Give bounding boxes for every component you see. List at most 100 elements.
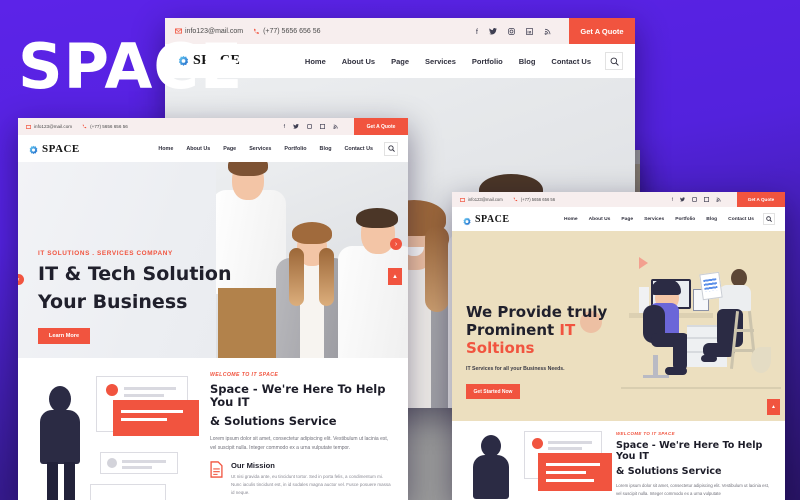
- phone-item[interactable]: (+77) 5656 656 56: [513, 197, 555, 202]
- twitter-icon[interactable]: [489, 27, 497, 35]
- logo[interactable]: SPACE: [28, 143, 80, 155]
- nav-item-services[interactable]: Services: [644, 217, 664, 222]
- welcome-paragraph: Lorem ipsum dolor sit amet, consectetur …: [210, 435, 389, 451]
- get-started-button[interactable]: Get Started Now: [466, 384, 520, 399]
- hero-title-plain: Prominent: [466, 321, 560, 339]
- hero-kicker: IT SOLUTIONS . SERVICES COMPANY: [38, 250, 173, 257]
- twitter-icon[interactable]: [680, 197, 685, 202]
- nav-item-portfolio[interactable]: Portfolio: [675, 217, 695, 222]
- middle-hero-copy: IT SOLUTIONS . SERVICES COMPANY IT & Tec…: [38, 250, 233, 344]
- slider-prev-button[interactable]: ‹: [18, 274, 24, 285]
- nav-item-about-us[interactable]: About Us: [186, 146, 210, 152]
- welcome-title-line-2: & Solutions Service: [210, 413, 337, 428]
- instagram-icon[interactable]: [692, 197, 697, 202]
- nav-item-about-us[interactable]: About Us: [342, 57, 375, 66]
- welcome-illustration: [452, 421, 612, 500]
- hero-title-line-1: We Provide truly: [466, 303, 608, 321]
- learn-more-button[interactable]: Learn More: [38, 327, 90, 344]
- nav-item-portfolio[interactable]: Portfolio: [284, 146, 306, 152]
- right-mockup-topbar: info123@mail.com (+77) 5656 656 56 f Get…: [452, 192, 785, 207]
- hero-subtitle: IT Services for all your Business Needs.: [466, 366, 565, 372]
- phone-text: (+77) 5656 656 56: [90, 124, 128, 129]
- nav-item-about-us[interactable]: About Us: [589, 217, 611, 222]
- nav-item-blog[interactable]: Blog: [320, 146, 332, 152]
- envelope-icon: [460, 197, 465, 202]
- nav-item-portfolio[interactable]: Portfolio: [472, 57, 503, 66]
- nav-item-home[interactable]: Home: [158, 146, 173, 152]
- quote-button[interactable]: Get A Quote: [354, 118, 408, 135]
- welcome-paragraph: Lorem ipsum dolor sit amet, consectetur …: [616, 483, 770, 496]
- feature-our-mission: Our Mission Ut nisi gravida ante, eu tin…: [210, 461, 394, 496]
- nav-item-contact-us[interactable]: Contact Us: [728, 217, 754, 222]
- logo[interactable]: SPACE: [462, 213, 510, 226]
- facebook-icon[interactable]: f: [284, 124, 285, 130]
- welcome-kicker: WELCOME TO IT SPACE: [616, 431, 675, 436]
- rss-icon[interactable]: [544, 28, 551, 35]
- envelope-icon: [26, 124, 31, 129]
- twitter-icon[interactable]: [293, 124, 299, 129]
- phone-icon: [82, 124, 87, 129]
- person-illustration: [38, 386, 84, 500]
- scroll-to-top-button[interactable]: ▲: [388, 268, 402, 285]
- search-icon[interactable]: [384, 141, 398, 156]
- middle-hero: IT SOLUTIONS . SERVICES COMPANY IT & Tec…: [18, 162, 408, 358]
- phone-item[interactable]: (+77) 5656 656 56: [82, 124, 128, 129]
- instagram-icon[interactable]: [508, 27, 515, 35]
- middle-mockup[interactable]: info123@mail.com (+77) 5656 656 56 f Get…: [18, 118, 408, 500]
- nav-item-home[interactable]: Home: [305, 57, 326, 66]
- nav-item-page[interactable]: Page: [223, 146, 236, 152]
- nav-item-services[interactable]: Services: [425, 57, 456, 66]
- rss-icon[interactable]: [716, 197, 721, 202]
- search-icon[interactable]: [763, 213, 775, 225]
- office-workers-illustration: [621, 251, 781, 401]
- facebook-icon[interactable]: f: [476, 27, 478, 36]
- phone-item[interactable]: (+77) 5656 656 56: [253, 28, 321, 35]
- right-welcome-band: WELCOME TO IT SPACE Space - We're Here T…: [452, 421, 785, 500]
- middle-welcome-band: WELCOME TO IT SPACE Space - We're Here T…: [18, 358, 408, 500]
- phone-icon: [513, 197, 518, 202]
- hero-title-line-1: IT & Tech Solution: [38, 263, 232, 285]
- hero-photo-three-people: [216, 162, 408, 358]
- email-item[interactable]: info123@mail.com: [26, 124, 72, 129]
- slider-next-button[interactable]: ›: [390, 238, 402, 250]
- person-illustration: [472, 435, 512, 499]
- welcome-title-line-2: & Solutions Service: [616, 466, 722, 478]
- linkedin-icon[interactable]: [704, 197, 709, 202]
- quote-button[interactable]: Get A Quote: [737, 192, 785, 207]
- nav-item-home[interactable]: Home: [564, 217, 578, 222]
- hero-title-line-2: Your Business: [38, 291, 188, 314]
- feature-title: Our Mission: [231, 461, 275, 471]
- logo-text: SPACE: [475, 213, 510, 225]
- nav-links: Home About Us Page Services Portfolio Bl…: [305, 57, 591, 66]
- linkedin-icon[interactable]: [320, 124, 325, 129]
- facebook-icon[interactable]: f: [672, 197, 673, 202]
- email-text: info123@mail.com: [468, 197, 503, 202]
- welcome-title-line-1: Space - We're Here To Help You IT: [616, 440, 763, 463]
- right-mockup[interactable]: info123@mail.com (+77) 5656 656 56 f Get…: [452, 192, 785, 500]
- nav-item-contact-us[interactable]: Contact Us: [345, 146, 373, 152]
- middle-mockup-topbar: info123@mail.com (+77) 5656 656 56 f Get…: [18, 118, 408, 135]
- rss-icon[interactable]: [333, 124, 338, 129]
- search-icon[interactable]: [605, 52, 623, 70]
- feature-text: Ut nisi gravida ante, eu tincidunt torto…: [231, 474, 391, 495]
- nav-item-page[interactable]: Page: [621, 217, 633, 222]
- logo-text: SPACE: [42, 142, 80, 155]
- gear-icon: [28, 143, 39, 155]
- nav-item-blog[interactable]: Blog: [706, 217, 717, 222]
- document-icon: [210, 461, 223, 496]
- linkedin-icon[interactable]: [526, 27, 533, 35]
- email-item[interactable]: info123@mail.com: [460, 197, 503, 202]
- nav-item-services[interactable]: Services: [249, 146, 271, 152]
- email-text: info123@mail.com: [34, 124, 73, 129]
- nav-item-blog[interactable]: Blog: [519, 57, 536, 66]
- quote-button[interactable]: Get A Quote: [569, 18, 635, 44]
- nav-item-page[interactable]: Page: [391, 57, 409, 66]
- nav-item-contact-us[interactable]: Contact Us: [551, 57, 591, 66]
- middle-mockup-navbar: SPACE Home About Us Page Services Portfo…: [18, 135, 408, 162]
- instagram-icon[interactable]: [307, 124, 312, 129]
- scroll-to-top-button[interactable]: ▲: [767, 399, 780, 415]
- nav-links: Home About Us Page Services Portfolio Bl…: [158, 146, 373, 152]
- welcome-kicker: WELCOME TO IT SPACE: [210, 372, 279, 378]
- right-hero-copy: We Provide truly Prominent IT Soltions I…: [466, 303, 636, 399]
- middle-welcome-copy: WELCOME TO IT SPACE Space - We're Here T…: [206, 358, 408, 500]
